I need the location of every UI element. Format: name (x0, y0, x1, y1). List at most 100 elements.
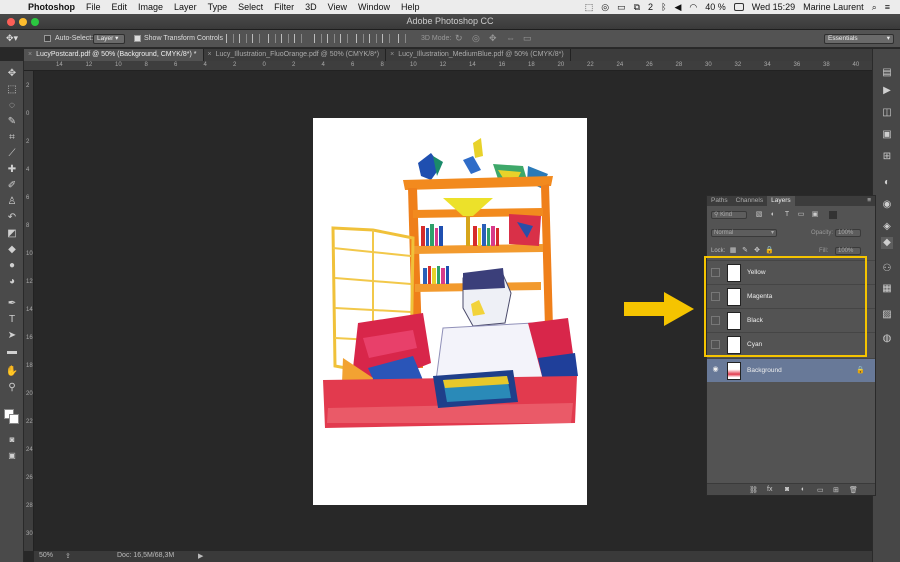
filter-shape-icon[interactable]: ▭ (797, 211, 805, 219)
align-top-icon[interactable] (226, 34, 234, 43)
healing-brush-tool-icon[interactable]: ✚ (4, 163, 20, 177)
channels-panel-icon[interactable]: ⚇ (881, 263, 893, 275)
zoom-level[interactable]: 50% (39, 552, 53, 559)
layer-style-icon[interactable]: fx (767, 486, 772, 493)
status-menu-arrow-icon[interactable]: ▶ (198, 552, 203, 560)
properties-panel-icon[interactable]: ◫ (881, 107, 893, 119)
align-right-icon[interactable] (294, 34, 302, 43)
panel-menu-icon[interactable]: ≡ (867, 196, 875, 206)
type-tool-icon[interactable]: T (4, 313, 20, 327)
doc-tab-mediumblue[interactable]: × Lucy_Illustration_MediumBlue.pdf @ 50% … (386, 49, 571, 61)
workspace-dropdown[interactable]: Essentials ▾ (824, 34, 894, 44)
dropbox-icon[interactable]: ⬚ (585, 2, 594, 13)
distribute-vcenter-icon[interactable] (327, 34, 335, 43)
new-adjustment-icon[interactable]: ◐ (801, 486, 805, 493)
document-artboard[interactable] (313, 118, 587, 505)
brush-panel-icon[interactable]: ⊞ (881, 151, 893, 163)
screen-mode-icon[interactable]: ▣ (4, 449, 20, 463)
menu-layer[interactable]: Layer (174, 2, 197, 12)
lock-image-icon[interactable]: ✎ (741, 247, 749, 255)
layers-panel-icon[interactable]: ◆ (881, 237, 893, 249)
quick-mask-icon[interactable]: ◙ (4, 433, 20, 447)
paths-panel-icon[interactable]: ▦ (881, 283, 893, 295)
zoom-tool-icon[interactable]: ⚲ (4, 381, 20, 395)
auto-align-icon[interactable] (398, 34, 406, 43)
add-mask-icon[interactable]: ◙ (785, 486, 789, 493)
menu-help[interactable]: Help (401, 2, 420, 12)
lock-all-icon[interactable]: 🔒 (765, 247, 774, 255)
battery-level[interactable]: 40 % (705, 2, 726, 12)
navigator-panel-icon[interactable]: ◍ (881, 333, 893, 345)
doc-tab-fluoorange[interactable]: × Lucy_Illustration_FluoOrange.pdf @ 50% … (204, 49, 387, 61)
show-transform-checkbox[interactable] (134, 35, 141, 42)
swatches-panel-icon[interactable]: ◉ (881, 199, 893, 211)
history-brush-tool-icon[interactable]: ↶ (4, 211, 20, 225)
filter-smart-object-icon[interactable]: ▣ (811, 211, 819, 219)
pen-tool-icon[interactable]: ✒ (4, 297, 20, 311)
delete-layer-icon[interactable]: 🗑 (849, 486, 858, 494)
tab-paths[interactable]: Paths (707, 196, 732, 206)
blend-mode-dropdown[interactable]: Normal ▾ (711, 229, 777, 237)
styles-panel-icon[interactable]: ◈ (881, 221, 893, 233)
libraries-panel-icon[interactable]: ▨ (881, 309, 893, 321)
quick-select-tool-icon[interactable]: ✎ (4, 115, 20, 129)
tab-channels[interactable]: Channels (732, 196, 767, 206)
layer-name[interactable]: Background (747, 367, 782, 374)
filter-toggle[interactable] (829, 211, 837, 219)
vertical-ruler[interactable]: 2 0 2 4 6 8 10 12 14 16 18 20 22 24 26 28 30 (24, 71, 34, 551)
move-tool-icon[interactable]: ✥ (4, 67, 20, 81)
3d-slide-icon[interactable]: ⇔ (506, 33, 515, 43)
marquee-tool-icon[interactable]: ⬚ (4, 83, 20, 97)
paint-bucket-tool-icon[interactable]: ◆ (4, 243, 20, 257)
filter-kind-dropdown[interactable]: ⚲ Kind (711, 211, 747, 219)
bluetooth-icon[interactable]: ᛒ (661, 2, 666, 12)
blur-tool-icon[interactable]: ● (4, 259, 20, 273)
crop-tool-icon[interactable]: ⌗ (4, 131, 20, 145)
auto-select-dropdown[interactable]: Layer ▾ (93, 34, 125, 44)
search-icon[interactable]: ⌕ (872, 2, 877, 13)
3d-roll-icon[interactable]: ◎ (472, 33, 480, 44)
eraser-tool-icon[interactable]: ◩ (4, 227, 20, 241)
screens-icon[interactable]: ⧉ (634, 2, 640, 13)
wifi-icon[interactable]: ◠ (689, 2, 697, 13)
close-tab-icon[interactable]: × (208, 51, 212, 58)
distribute-left-icon[interactable] (356, 34, 364, 43)
filter-pixel-icon[interactable]: ▧ (755, 211, 763, 219)
menu-filter[interactable]: Filter (274, 2, 294, 12)
tab-layers[interactable]: Layers (767, 196, 795, 206)
move-tool-preset-icon[interactable]: ✥▾ (6, 33, 28, 45)
lasso-tool-icon[interactable]: ◌ (4, 99, 20, 113)
clock[interactable]: Wed 15:29 (752, 2, 795, 12)
menu-view[interactable]: View (328, 2, 347, 12)
dodge-tool-icon[interactable]: ◕ (4, 275, 20, 289)
badge-count[interactable]: 2 (648, 2, 653, 12)
3d-rotate-icon[interactable]: ↻ (455, 33, 463, 44)
menu-edit[interactable]: Edit (112, 2, 128, 12)
filter-type-icon[interactable]: T (783, 211, 791, 219)
clone-stamp-tool-icon[interactable]: ♙ (4, 195, 20, 209)
horizontal-ruler[interactable]: 14 12 10 8 6 4 2 0 2 4 6 8 10 12 14 16 18 20 22 24 26 28 30 32 3… (24, 61, 872, 71)
3d-scale-icon[interactable]: ▭ (523, 33, 532, 44)
brush-tool-icon[interactable]: ✐ (4, 179, 20, 193)
rectangle-tool-icon[interactable]: ▬ (4, 345, 20, 359)
new-layer-icon[interactable]: ⊞ (833, 486, 839, 494)
color-panel-icon[interactable]: ◐ (881, 177, 893, 189)
opacity-field[interactable]: 100% (835, 229, 861, 237)
hand-tool-icon[interactable]: ✋ (4, 365, 20, 379)
layer-row-background[interactable]: ◉ Background 🔒 (707, 358, 875, 382)
menu-image[interactable]: Image (138, 2, 163, 12)
align-vcenter-icon[interactable] (239, 34, 247, 43)
sync-icon[interactable]: ◎ (601, 2, 609, 13)
lock-transparent-icon[interactable]: ▦ (729, 247, 737, 255)
volume-icon[interactable]: ◀ (674, 2, 681, 13)
align-bottom-icon[interactable] (252, 34, 260, 43)
display-icon[interactable]: ▭ (617, 2, 626, 13)
menu-3d[interactable]: 3D (305, 2, 317, 12)
fill-field[interactable]: 100% (835, 247, 861, 255)
close-tab-icon[interactable]: × (390, 51, 394, 58)
history-panel-icon[interactable]: ▤ (881, 67, 893, 79)
eye-icon[interactable]: ◉ (711, 366, 720, 375)
menu-window[interactable]: Window (358, 2, 390, 12)
list-icon[interactable]: ≡ (885, 2, 890, 12)
background-color-swatch[interactable] (9, 414, 19, 424)
